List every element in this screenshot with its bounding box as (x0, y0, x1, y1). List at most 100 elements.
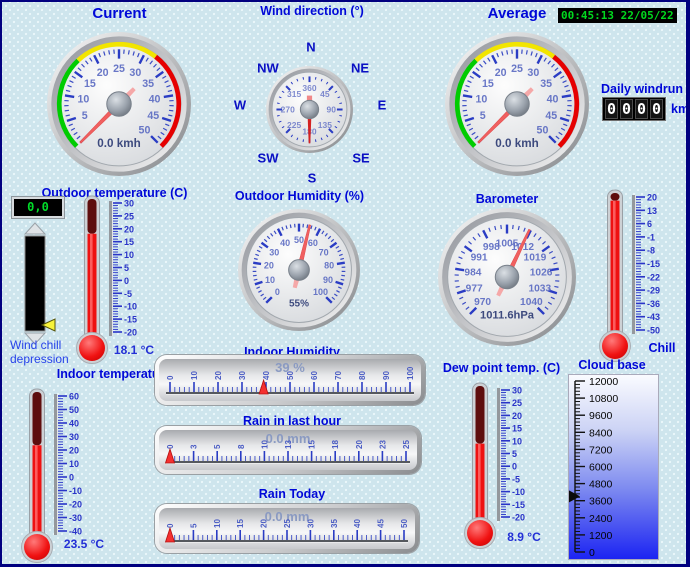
svg-text:90: 90 (327, 105, 337, 115)
svg-text:13: 13 (284, 440, 293, 449)
svg-text:50: 50 (286, 371, 295, 380)
svg-text:35: 35 (540, 78, 552, 90)
dew-point-value: 8.9 °C (507, 530, 541, 544)
svg-text:0.0 kmh: 0.0 kmh (97, 137, 140, 150)
svg-text:15: 15 (482, 78, 494, 90)
wind-speed-average-gauge: 5 10 1520 25 3035 40 45 500.0 kmh (445, 32, 589, 176)
svg-text:10: 10 (476, 93, 488, 105)
svg-text:1026: 1026 (530, 267, 553, 278)
svg-text:50: 50 (400, 519, 409, 528)
gauge-scale: 0 10 20 30 40 50 60 70 80 90 100 (166, 366, 415, 395)
odometer-digit: 0 (620, 99, 633, 119)
svg-text:-36: -36 (647, 299, 660, 309)
svg-text:4800: 4800 (589, 479, 613, 491)
svg-text:-15: -15 (647, 259, 660, 269)
wind-speed-current-gauge: 5 10 1520 25 3035 40 45 500.0 kmh (47, 32, 191, 176)
gauge-scale: 0 3 5 8 10 13 15 18 20 23 25 (164, 440, 411, 464)
svg-text:15: 15 (84, 78, 96, 90)
clock-display: 00:45:13 22/05/22 (558, 8, 677, 23)
svg-text:991: 991 (471, 253, 488, 264)
svg-text:10: 10 (69, 459, 79, 469)
svg-text:-20: -20 (124, 328, 137, 338)
svg-text:55%: 55% (289, 299, 309, 310)
svg-text:10: 10 (78, 93, 90, 105)
outdoor-humidity-gauge: 010 20 3040 50 6070 80 90 100 55% (238, 209, 360, 331)
svg-text:-10: -10 (512, 487, 525, 497)
svg-text:40: 40 (149, 93, 161, 105)
svg-text:-50: -50 (647, 326, 660, 336)
wind-chill-depression-slider[interactable] (17, 221, 57, 347)
svg-text:45: 45 (320, 89, 330, 99)
svg-text:60: 60 (308, 238, 318, 248)
svg-text:35: 35 (142, 78, 154, 90)
svg-text:5: 5 (189, 523, 198, 528)
svg-text:-15: -15 (124, 315, 137, 325)
svg-text:70: 70 (334, 371, 343, 380)
rain-today-gauge: 0.0 mm 0 5 10 15 20 25 30 35 40 45 50 (155, 504, 419, 553)
svg-text:1040: 1040 (520, 297, 543, 308)
svg-text:-40: -40 (69, 527, 82, 537)
svg-text:135: 135 (318, 120, 332, 130)
svg-text:-43: -43 (647, 312, 660, 322)
barometer-title: Barometer (475, 192, 539, 206)
svg-text:5: 5 (213, 444, 222, 449)
svg-text:-30: -30 (69, 513, 82, 523)
outdoor-temp-value: 18.1 °C (113, 343, 155, 357)
cloud-base-ticks: 1200010800960084007200600048003600240012… (569, 376, 618, 559)
svg-text:50: 50 (294, 235, 304, 245)
svg-text:-22: -22 (647, 272, 660, 282)
svg-text:10: 10 (190, 371, 199, 380)
svg-text:15: 15 (124, 237, 134, 247)
daily-windrun-odometer: 0 0 0 0 km (602, 97, 686, 121)
gauge-face: 39 % 0 10 20 30 40 50 60 70 80 90 100 (159, 359, 421, 401)
wind-direction-title: Wind direction (°) (260, 4, 364, 18)
svg-text:-20: -20 (512, 513, 525, 523)
svg-text:90: 90 (382, 371, 391, 380)
svg-text:45: 45 (377, 519, 386, 528)
indoor-humidity-gauge: 39 % 0 10 20 30 40 50 60 70 80 90 100 (155, 355, 425, 405)
svg-text:20: 20 (495, 67, 507, 79)
dew-point-thermometer: 30 25 20 15 10 5 0 -5 -10 -15 -20 (464, 382, 525, 549)
svg-text:20: 20 (512, 411, 522, 421)
svg-text:60: 60 (69, 392, 79, 402)
svg-text:0: 0 (124, 276, 129, 286)
svg-text:0: 0 (69, 473, 74, 483)
svg-text:50: 50 (139, 124, 151, 136)
svg-text:25: 25 (113, 63, 125, 75)
svg-text:40: 40 (353, 519, 362, 528)
svg-text:-10: -10 (69, 486, 82, 496)
current-section-title: Current (92, 5, 147, 22)
svg-text:8400: 8400 (589, 427, 613, 439)
svg-text:0: 0 (275, 287, 280, 297)
odometer-cells: 0 0 0 0 (602, 97, 666, 121)
svg-text:20: 20 (124, 224, 134, 234)
cardinal-w: W (233, 97, 247, 113)
cardinal-s: S (307, 170, 317, 186)
svg-text:3600: 3600 (589, 496, 613, 508)
svg-text:-20: -20 (69, 500, 82, 510)
svg-text:5: 5 (82, 110, 88, 122)
svg-text:970: 970 (474, 297, 491, 308)
svg-text:1033: 1033 (528, 283, 551, 294)
wind-chill-label-1: Wind chill (10, 338, 62, 352)
svg-text:25: 25 (511, 63, 523, 75)
svg-text:3: 3 (190, 444, 199, 449)
svg-text:13: 13 (647, 206, 657, 216)
svg-text:50: 50 (537, 124, 549, 136)
svg-text:20: 20 (260, 519, 269, 528)
svg-text:1011.6hPa: 1011.6hPa (480, 309, 535, 321)
svg-text:10: 10 (260, 440, 269, 449)
svg-text:90: 90 (323, 275, 333, 285)
svg-text:50: 50 (69, 405, 79, 415)
svg-text:40: 40 (262, 371, 271, 380)
svg-text:40: 40 (280, 238, 290, 248)
svg-text:-29: -29 (647, 286, 660, 296)
odometer-digit: 0 (650, 99, 663, 119)
svg-text:-1: -1 (647, 232, 655, 242)
svg-text:30: 30 (124, 199, 134, 209)
svg-text:15: 15 (308, 440, 317, 449)
indoor-temp-value: 23.5 °C (63, 537, 105, 551)
wind-chill-label-2: depression (10, 352, 69, 366)
odometer-digit: 0 (635, 99, 648, 119)
svg-text:60: 60 (310, 371, 319, 380)
